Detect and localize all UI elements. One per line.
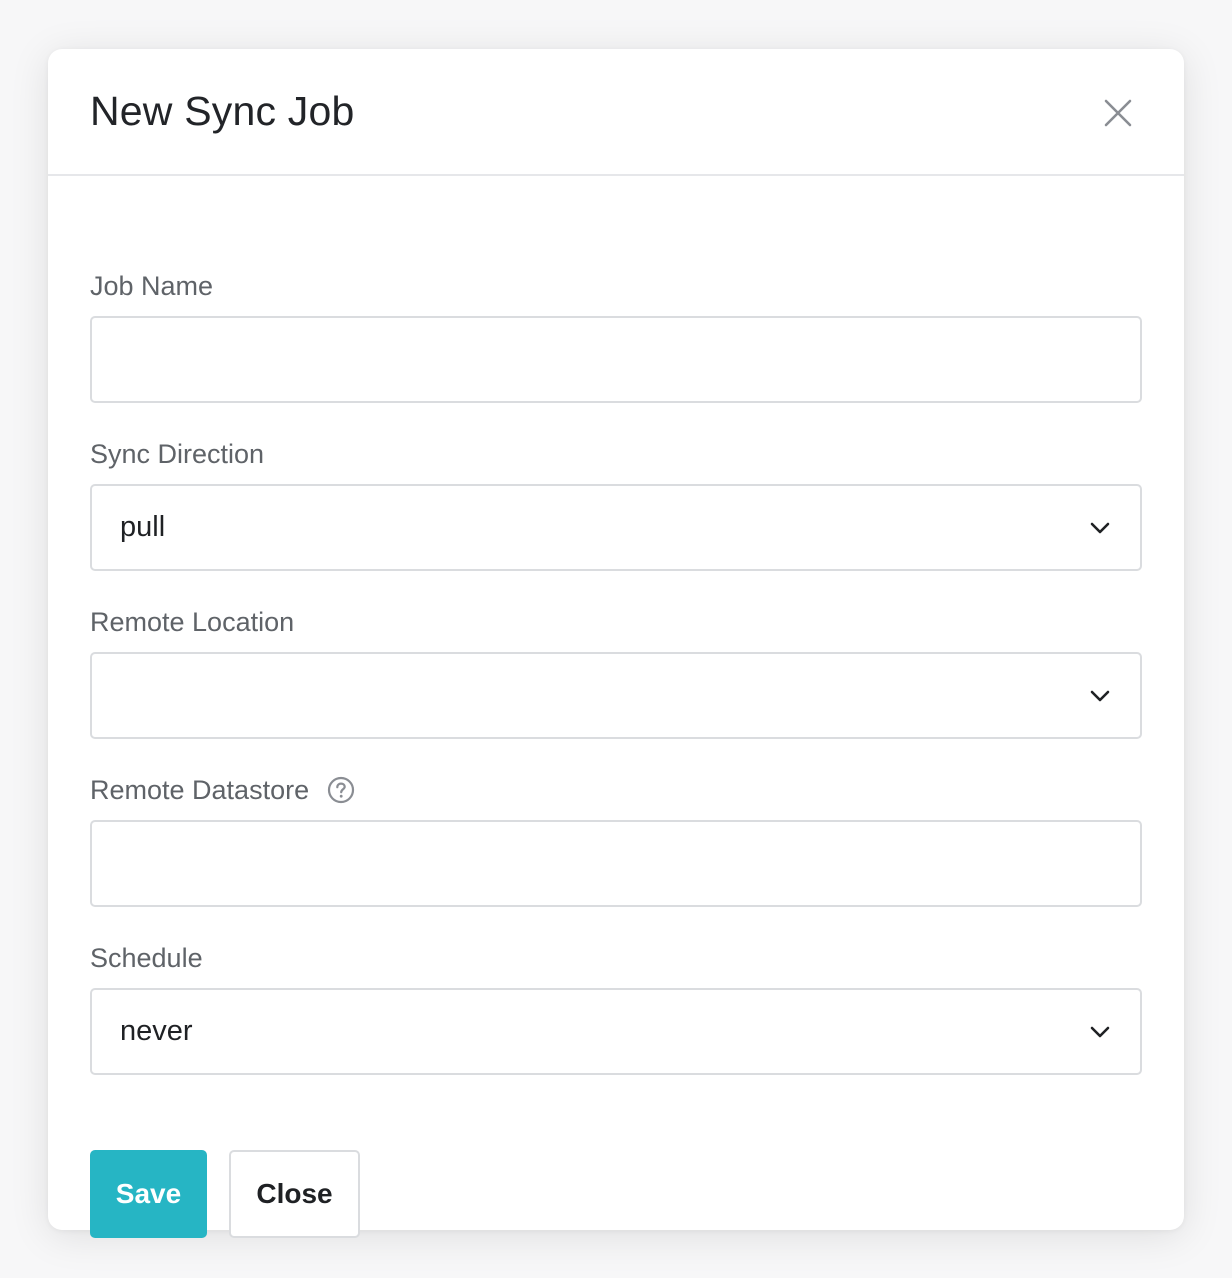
remote-datastore-field[interactable] — [90, 820, 1142, 907]
schedule-label: Schedule — [90, 942, 203, 974]
sync-direction-label: Sync Direction — [90, 438, 264, 470]
remote-location-label: Remote Location — [90, 606, 294, 638]
sync-direction-label-text: Sync Direction — [90, 439, 265, 469]
remote-datastore-label: Remote Datastore — [90, 774, 355, 806]
job-name-label-text: Job Name — [90, 271, 214, 301]
chevron-down-icon — [1090, 522, 1110, 534]
remote-datastore-label-text: Remote Datastore — [90, 775, 310, 805]
schedule-label-text: Schedule — [90, 943, 203, 973]
remote-location-label-text: Remote Location — [90, 607, 295, 637]
schedule-select[interactable]: never — [90, 988, 1142, 1075]
save-button[interactable]: Save — [90, 1150, 207, 1238]
help-circle-icon[interactable] — [327, 776, 355, 804]
job-name-label: Job Name — [90, 270, 213, 302]
sync-job-dialog: New Sync Job Job Name Sync Direction pul… — [48, 49, 1184, 1238]
remote-location-select[interactable] — [90, 652, 1142, 739]
sync-direction-select[interactable]: pull — [90, 484, 1142, 571]
job-name-field[interactable] — [90, 316, 1142, 403]
sync-direction-value: pull — [120, 511, 166, 543]
close-icon[interactable] — [1096, 91, 1140, 135]
close-button[interactable]: Close — [229, 1150, 360, 1238]
dialog-header: New Sync Job — [48, 49, 1184, 176]
job-name-input[interactable] — [92, 318, 1140, 401]
schedule-value: never — [120, 1015, 193, 1047]
chevron-down-icon — [1090, 690, 1110, 702]
chevron-down-icon — [1090, 1026, 1110, 1038]
remote-datastore-input[interactable] — [92, 822, 1140, 905]
dialog-title: New Sync Job — [90, 88, 355, 134]
